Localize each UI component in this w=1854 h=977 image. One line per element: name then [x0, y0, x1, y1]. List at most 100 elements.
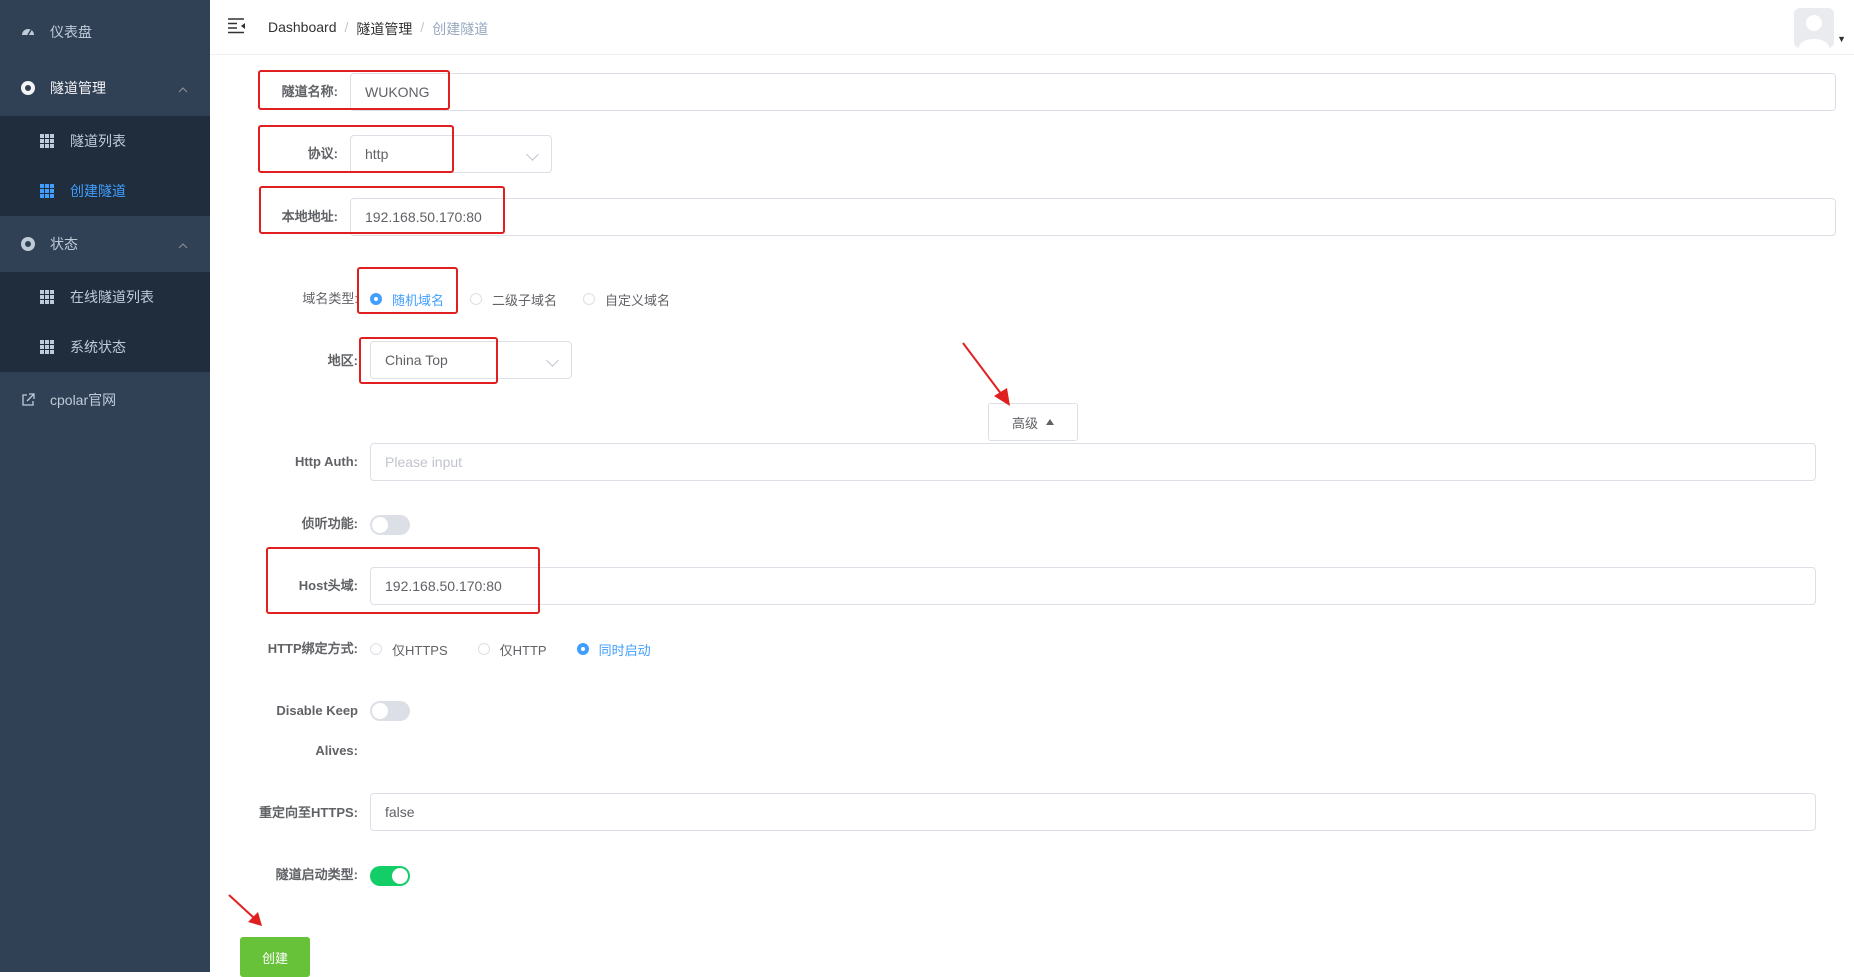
http-auth-input[interactable]: Please input — [370, 443, 1816, 481]
switch-knob — [372, 703, 388, 719]
breadcrumb-separator: / — [344, 19, 349, 35]
breadcrumb-current: 创建隧道 — [432, 21, 489, 37]
annotation-arrow-icon — [228, 894, 262, 926]
redirect-https-select[interactable]: false — [370, 793, 1816, 831]
region-select[interactable]: China Top — [370, 341, 572, 379]
dashboard-icon — [20, 24, 36, 40]
radio-circle — [370, 293, 382, 305]
tunnel-name-input[interactable]: WUKONG — [350, 73, 1836, 111]
radio-label: 仅HTTP — [499, 642, 547, 658]
breadcrumb-separator: / — [420, 19, 425, 35]
lifebuoy-icon — [20, 80, 36, 96]
redirect-https-label: 重定向至HTTPS: — [259, 805, 358, 820]
inspect-switch[interactable] — [370, 515, 410, 535]
radio-label: 随机域名 — [392, 292, 445, 308]
sidebar-item-system-status[interactable]: 系统状态 — [0, 322, 210, 372]
protocol-value: http — [365, 146, 389, 162]
domain-type-radio-group: 随机域名 二级子域名 自定义域名 — [370, 289, 696, 309]
switch-knob — [372, 517, 388, 533]
advanced-label: 高级 — [1011, 415, 1038, 431]
caret-up-icon — [1046, 419, 1054, 425]
host-header-input[interactable]: 192.168.50.170:80 — [370, 567, 1816, 605]
sidebar: 仪表盘 隧道管理 隧道列表 创建隧道 状态 在线隧道列表 系统状态 cpolar… — [0, 0, 210, 972]
radio-subdomain[interactable]: 二级子域名 — [470, 290, 557, 309]
lifebuoy-icon — [20, 236, 36, 252]
chevron-down-icon — [546, 354, 559, 367]
breadcrumb-home[interactable]: Dashboard — [268, 19, 337, 39]
sidebar-item-tunnel-list[interactable]: 隧道列表 — [0, 116, 210, 166]
autostart-switch[interactable] — [370, 866, 410, 886]
sidebar-item-label: 创建隧道 — [70, 183, 126, 199]
submenu-tunnels: 隧道列表 创建隧道 — [0, 116, 210, 216]
http-auth-placeholder: Please input — [385, 454, 463, 470]
advanced-toggle-button[interactable]: 高级 — [988, 403, 1078, 441]
caret-down-icon[interactable]: ▼ — [1837, 34, 1846, 44]
create-button-label: 创建 — [261, 950, 288, 966]
radio-both[interactable]: 同时启动 — [576, 640, 651, 659]
keepalive-label-cont: Alives: — [315, 743, 358, 758]
http-auth-label: Http Auth: — [294, 454, 358, 469]
inspect-label: 侦听功能: — [301, 516, 358, 531]
sidebar-item-label: 系统状态 — [70, 339, 126, 355]
hamburger-icon[interactable] — [228, 18, 248, 34]
http-bind-radio-group: 仅HTTPS 仅HTTP 同时启动 — [370, 639, 677, 659]
sidebar-item-create-tunnel[interactable]: 创建隧道 — [0, 166, 210, 216]
breadcrumb-parent[interactable]: 隧道管理 — [356, 19, 412, 39]
sidebar-item-label: 仪表盘 — [50, 24, 92, 40]
user-icon — [1799, 15, 1829, 48]
chevron-up-icon — [178, 236, 188, 252]
radio-circle — [370, 643, 382, 655]
switch-knob — [392, 868, 408, 884]
sidebar-item-status[interactable]: 状态 — [0, 216, 210, 272]
breadcrumb: Dashboard / 隧道管理 / 创建隧道 — [268, 19, 488, 39]
radio-https-only[interactable]: 仅HTTPS — [370, 640, 448, 659]
submenu-status: 在线隧道列表 系统状态 — [0, 272, 210, 372]
radio-circle — [576, 643, 589, 655]
tunnel-name-label: 隧道名称: — [281, 84, 338, 99]
radio-label: 二级子域名 — [492, 292, 558, 308]
radio-circle — [470, 293, 483, 305]
sidebar-item-label: 隧道列表 — [70, 133, 126, 149]
radio-circle — [583, 293, 596, 305]
region-value: China Top — [385, 352, 448, 368]
grid-icon — [40, 290, 54, 304]
tunnel-name-value: WUKONG — [365, 84, 430, 100]
sidebar-item-dashboard[interactable]: 仪表盘 — [0, 4, 210, 60]
sidebar-item-cpolar-site[interactable]: cpolar官网 — [0, 372, 210, 428]
grid-icon — [40, 184, 54, 198]
create-button[interactable]: 创建 — [240, 937, 310, 977]
grid-icon — [40, 340, 54, 354]
radio-random-domain[interactable]: 随机域名 — [370, 290, 444, 309]
chevron-down-icon — [526, 148, 539, 161]
local-address-label: 本地地址: — [281, 209, 338, 224]
radio-label: 自定义域名 — [605, 292, 671, 308]
radio-label: 仅HTTPS — [392, 642, 448, 658]
radio-custom-domain[interactable]: 自定义域名 — [583, 290, 670, 309]
chevron-up-icon — [178, 80, 188, 96]
host-header-value: 192.168.50.170:80 — [385, 578, 502, 594]
keepalive-switch[interactable] — [370, 701, 410, 721]
sidebar-item-label: 在线隧道列表 — [70, 289, 154, 305]
radio-http-only[interactable]: 仅HTTP — [477, 640, 547, 659]
host-header-label: Host头域: — [298, 578, 358, 593]
domain-type-label: 域名类型: — [302, 291, 358, 306]
keepalive-label: Disable Keep — [276, 703, 358, 718]
sidebar-item-tunnel-mgmt[interactable]: 隧道管理 — [0, 60, 210, 116]
sidebar-item-label: 状态 — [50, 236, 78, 252]
sidebar-item-label: cpolar官网 — [50, 392, 117, 408]
sidebar-item-online-tunnels[interactable]: 在线隧道列表 — [0, 272, 210, 322]
local-address-value: 192.168.50.170:80 — [365, 209, 482, 225]
protocol-label: 协议: — [307, 146, 338, 161]
region-label: 地区: — [327, 353, 358, 368]
redirect-https-value: false — [385, 804, 415, 820]
annotation-arrow-icon — [962, 342, 1010, 406]
external-link-icon — [20, 392, 36, 408]
avatar[interactable] — [1794, 8, 1834, 48]
http-bind-label: HTTP绑定方式: — [267, 641, 358, 656]
top-navbar: Dashboard / 隧道管理 / 创建隧道 ▼ — [210, 0, 1854, 55]
autostart-label: 隧道启动类型: — [275, 867, 358, 882]
grid-icon — [40, 134, 54, 148]
protocol-select[interactable]: http — [350, 135, 552, 173]
local-address-input[interactable]: 192.168.50.170:80 — [350, 198, 1836, 236]
sidebar-item-label: 隧道管理 — [50, 80, 106, 96]
